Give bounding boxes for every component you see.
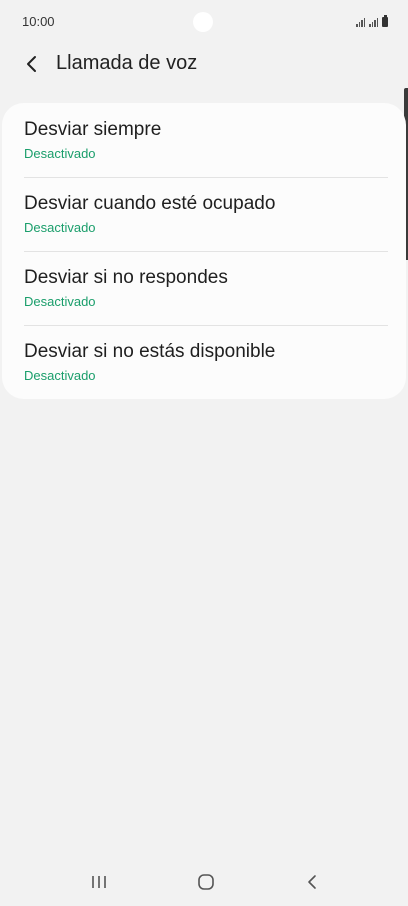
signal-icon xyxy=(356,17,365,27)
item-title: Desviar si no respondes xyxy=(24,267,228,288)
camera-cutout xyxy=(193,12,213,32)
back-nav-button[interactable] xyxy=(292,868,332,896)
recents-icon xyxy=(92,876,106,888)
list-item-desviar-siempre[interactable]: Desviar siempre Desactivado xyxy=(2,103,406,177)
home-icon xyxy=(198,874,214,890)
list-item-desviar-no-disponible[interactable]: Desviar si no estás disponible Desactiva… xyxy=(2,325,406,399)
item-title: Desviar si no estás disponible xyxy=(24,341,276,362)
status-time: 10:00 xyxy=(22,14,55,29)
recents-button[interactable] xyxy=(79,868,119,896)
page-title: Llamada de voz xyxy=(56,52,198,74)
status-icons xyxy=(356,15,388,27)
header: Llamada de voz xyxy=(0,44,408,84)
item-title: Desviar siempre xyxy=(24,119,162,140)
item-title: Desviar cuando esté ocupado xyxy=(24,193,276,214)
chevron-left-icon xyxy=(27,56,36,72)
item-status: Desactivado xyxy=(24,220,96,235)
signal-icon xyxy=(369,17,378,27)
item-status: Desactivado xyxy=(24,146,96,161)
item-status: Desactivado xyxy=(24,294,96,309)
battery-icon xyxy=(382,15,388,27)
list-item-desviar-no-responde[interactable]: Desviar si no respondes Desactivado xyxy=(2,251,406,325)
item-status: Desactivado xyxy=(24,368,96,383)
back-icon xyxy=(308,875,316,889)
list-item-desviar-ocupado[interactable]: Desviar cuando esté ocupado Desactivado xyxy=(2,177,406,251)
status-bar: 10:00 xyxy=(0,0,408,44)
home-button[interactable] xyxy=(186,868,226,896)
navigation-bar xyxy=(0,858,408,906)
forwarding-options-card: Desviar siempre Desactivado Desviar cuan… xyxy=(2,103,406,399)
back-button[interactable] xyxy=(18,50,46,78)
